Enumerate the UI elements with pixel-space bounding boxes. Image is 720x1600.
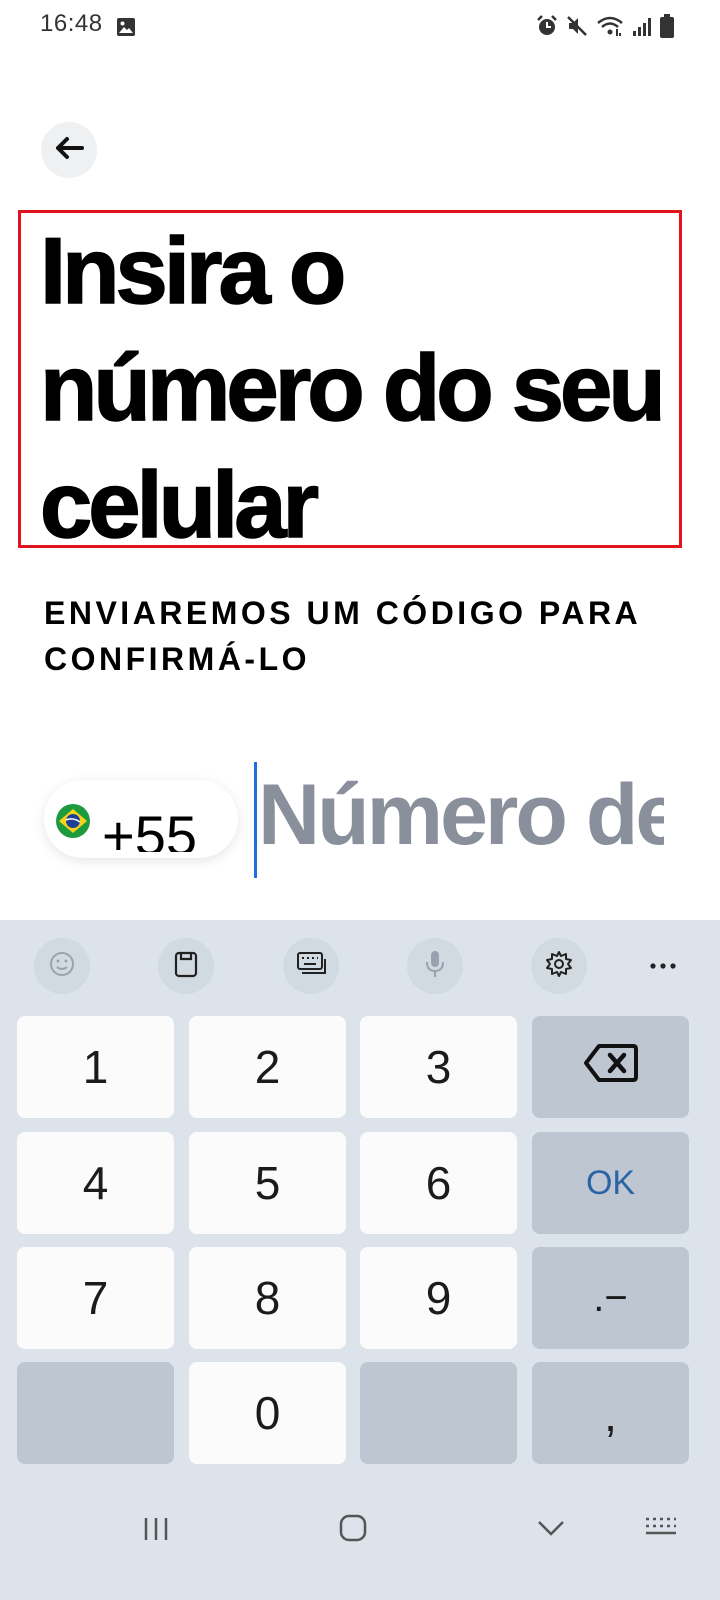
phone-number-input[interactable] (258, 770, 664, 860)
key-6[interactable]: 6 (360, 1132, 517, 1234)
home-icon[interactable] (339, 1514, 367, 1547)
hide-keyboard-icon[interactable] (537, 1520, 565, 1541)
keyboard-mode-icon (296, 951, 326, 982)
emoji-button[interactable] (34, 938, 90, 994)
blank-key-right[interactable] (360, 1362, 517, 1464)
status-icons (536, 12, 674, 40)
key-8[interactable]: 8 (189, 1247, 346, 1349)
clipboard-icon (173, 950, 199, 983)
status-time: 16:48 (40, 10, 103, 37)
key-1[interactable]: 1 (17, 1016, 174, 1118)
text-cursor (254, 762, 257, 878)
ok-key[interactable]: OK (532, 1132, 689, 1234)
settings-button[interactable] (531, 938, 587, 994)
key-0[interactable]: 0 (189, 1362, 346, 1464)
recent-apps-icon[interactable] (143, 1516, 169, 1547)
key-5[interactable]: 5 (189, 1132, 346, 1234)
battery-icon (660, 14, 674, 38)
image-icon (116, 17, 136, 37)
keyboard-switch-icon[interactable] (644, 1516, 678, 1545)
microphone-icon (424, 949, 446, 984)
key-9[interactable]: 9 (360, 1247, 517, 1349)
country-code: +55 (102, 804, 197, 853)
keyboard-mode-button[interactable] (283, 938, 339, 994)
brazil-flag-icon (55, 803, 91, 839)
more-icon (649, 957, 677, 975)
backspace-icon (583, 1040, 639, 1094)
emoji-icon (48, 950, 76, 983)
clipboard-button[interactable] (158, 938, 214, 994)
navigation-bar (0, 1480, 720, 1600)
arrow-left-icon (54, 136, 84, 165)
key-7[interactable]: 7 (17, 1247, 174, 1349)
comma-key[interactable]: , (532, 1362, 689, 1464)
back-button[interactable] (41, 122, 97, 178)
more-button[interactable] (635, 938, 691, 994)
dot-dash-key[interactable]: .− (532, 1247, 689, 1349)
settings-icon (545, 950, 573, 983)
blank-key-left[interactable] (17, 1362, 174, 1464)
mute-icon (566, 15, 588, 37)
wifi-icon (596, 15, 624, 37)
key-4[interactable]: 4 (17, 1132, 174, 1234)
signal-icon (632, 15, 652, 37)
key-2[interactable]: 2 (189, 1016, 346, 1118)
alarm-icon (536, 15, 558, 37)
page-subtitle: ENVIAREMOS UM CÓDIGO PARA CONFIRMÁ-LO (44, 595, 640, 677)
backspace-key[interactable] (532, 1016, 689, 1118)
page-title: Insira o número do seu celular (39, 217, 666, 558)
country-code-selector[interactable]: +55 (44, 780, 238, 858)
microphone-button[interactable] (407, 938, 463, 994)
key-3[interactable]: 3 (360, 1016, 517, 1118)
